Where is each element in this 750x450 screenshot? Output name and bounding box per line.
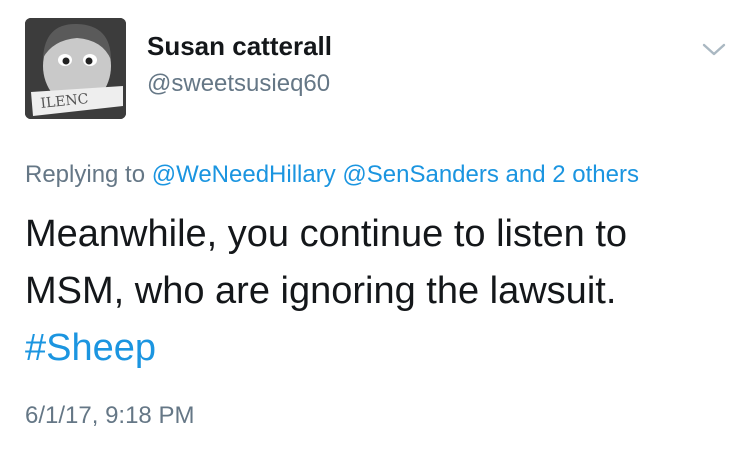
mention-weneedhillary[interactable]: @WeNeedHillary (152, 161, 336, 188)
replying-to-label: Replying to (25, 161, 146, 188)
display-name[interactable]: Susan catterall (147, 33, 332, 59)
user-handle[interactable]: @sweetsusieq60 (147, 72, 330, 96)
timestamp[interactable]: 6/1/17, 9:18 PM (25, 404, 194, 428)
tweet-line-2: MSM, who are ignoring the lawsuit. (25, 270, 617, 312)
chevron-down-icon[interactable] (700, 40, 728, 60)
mention-sensanders[interactable]: @SenSanders (342, 161, 498, 188)
mention-others[interactable]: and 2 others (506, 161, 639, 188)
tweet-line-1: Meanwhile, you continue to listen to (25, 213, 628, 255)
replying-to-line: Replying to @WeNeedHillary @SenSanders a… (25, 163, 639, 187)
avatar-image: ILENC (25, 18, 126, 119)
tweet-text: Meanwhile, you continue to listen to MSM… (25, 206, 725, 377)
hashtag-link[interactable]: #Sheep (25, 320, 725, 377)
tweet-card: ILENC Susan catterall @sweetsusieq60 Rep… (0, 0, 750, 450)
avatar[interactable]: ILENC (25, 18, 126, 119)
